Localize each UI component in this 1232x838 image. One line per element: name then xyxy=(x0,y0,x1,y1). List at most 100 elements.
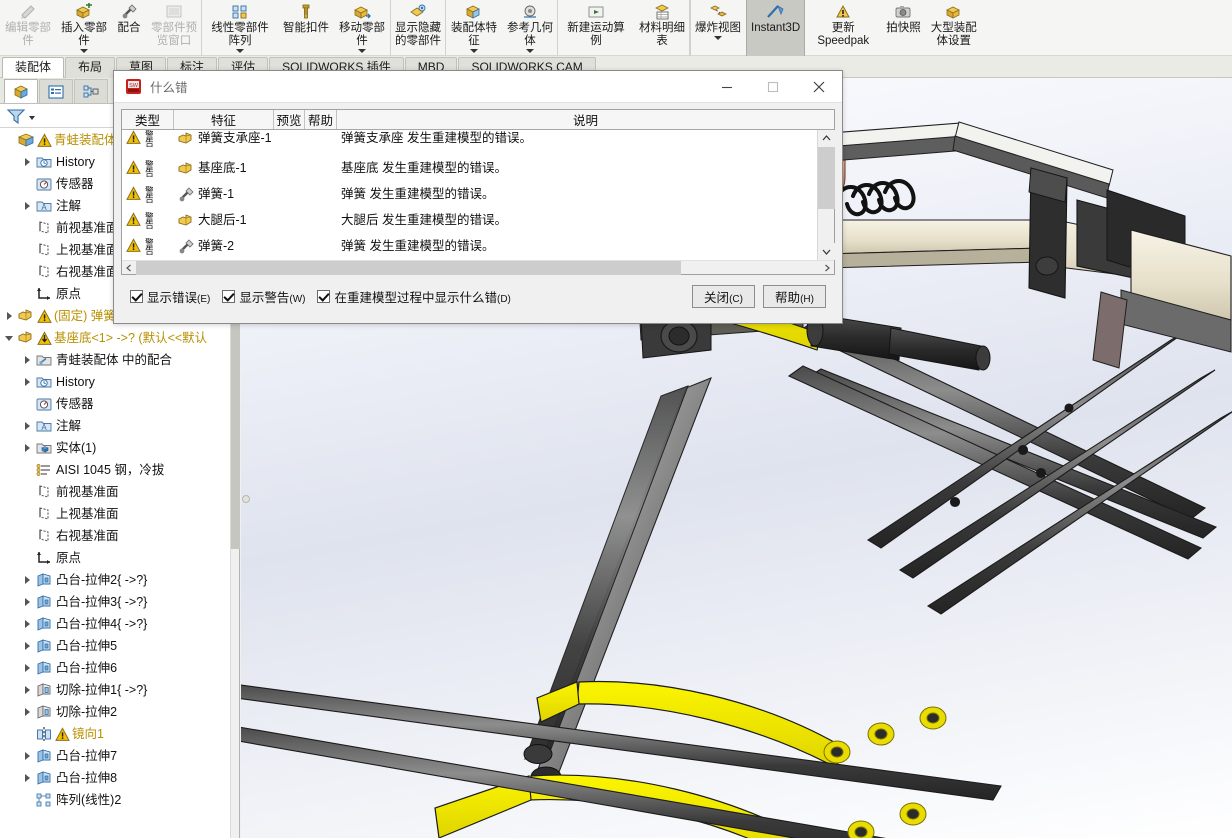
vscrollbar-thumb[interactable] xyxy=(818,147,835,209)
ribbon-command-new-motion-study[interactable]: 新建运动算例 xyxy=(558,0,634,56)
error-row-feature[interactable]: 弹簧-1 xyxy=(174,186,274,207)
tree-item[interactable]: 上视基准面 xyxy=(0,503,230,525)
ribbon-command-take-snapshot[interactable]: 拍快照 xyxy=(881,0,926,56)
checkbox-box[interactable] xyxy=(222,290,236,303)
dialog-titlebar[interactable]: SW 什么错 xyxy=(114,71,842,103)
tree-item[interactable]: 基座底<1> ->? (默认<<默认 xyxy=(0,327,230,349)
tree-item[interactable]: A 注解 xyxy=(0,415,230,437)
tree-item[interactable]: 实体(1) xyxy=(0,437,230,459)
chevron-down-icon[interactable] xyxy=(236,49,244,53)
expand-arrow-icon[interactable] xyxy=(20,195,34,217)
ribbon-command-reference-geometry[interactable]: 参考几何体 xyxy=(502,0,558,56)
scroll-up-arrow[interactable] xyxy=(818,130,835,147)
expand-arrow-icon[interactable] xyxy=(20,679,34,701)
error-list-row[interactable]: 警告 基座底-1 基座底 发生重建模型的错误。 xyxy=(122,160,817,186)
property-manager-tab[interactable] xyxy=(39,79,73,103)
expand-arrow-icon[interactable] xyxy=(20,657,34,679)
collapse-arrow-icon[interactable] xyxy=(2,327,16,349)
ribbon-command-insert-component[interactable]: 插入零部件 xyxy=(56,0,112,56)
expand-arrow-icon[interactable] xyxy=(20,371,34,393)
tree-item[interactable]: 阵列(线性)2 xyxy=(0,789,230,811)
dialog-button-帮助[interactable]: 帮助(H) xyxy=(763,285,826,308)
error-row-feature[interactable]: 基座底-1 xyxy=(174,160,274,181)
scroll-down-arrow[interactable] xyxy=(818,243,835,260)
error-row-feature[interactable]: 弹簧-2 xyxy=(174,238,274,259)
checkbox-box[interactable] xyxy=(317,290,331,303)
tree-item[interactable]: 青蛙装配体 中的配合 xyxy=(0,349,230,371)
tree-item[interactable]: AISI 1045 钢，冷拔 xyxy=(0,459,230,481)
checkbox-box[interactable] xyxy=(130,290,143,303)
error-list-row[interactable]: 警告 弹簧-2 弹簧 发生重建模型的错误。 xyxy=(122,238,817,260)
ribbon-command-assembly-features[interactable]: 装配体特征 xyxy=(446,0,502,56)
tree-item[interactable]: 凸台-拉伸3{ ->?} xyxy=(0,591,230,613)
chevron-down-icon[interactable] xyxy=(80,49,88,53)
chevron-down-icon[interactable] xyxy=(714,36,722,40)
tree-item[interactable]: 原点 xyxy=(0,547,230,569)
tree-item[interactable]: 镜向1 xyxy=(0,723,230,745)
checkbox-在重建模型过程中显示什么错[interactable]: 在重建模型过程中显示什么错(D) xyxy=(317,287,511,306)
tree-item[interactable]: 凸台-拉伸8 xyxy=(0,767,230,789)
error-list-row[interactable]: 警告 大腿后-1 大腿后 发生重建模型的错误。 xyxy=(122,212,817,238)
tree-item[interactable]: 传感器 xyxy=(0,393,230,415)
expand-arrow-icon[interactable] xyxy=(20,701,34,723)
ribbon-command-update-speedpak[interactable]: 更新 Speedpak xyxy=(805,0,881,56)
tree-item[interactable]: 右视基准面 xyxy=(0,525,230,547)
expand-arrow-icon[interactable] xyxy=(20,591,34,613)
column-header-type[interactable]: 类型 xyxy=(122,110,174,129)
tab-装配体[interactable]: 装配体 xyxy=(2,57,65,78)
error-list[interactable]: 类型 特征 预览 帮助 说明 警告 弹簧支承座-1 弹簧支承座 发生重建模型的错误。… xyxy=(121,109,835,275)
error-list-vscrollbar[interactable] xyxy=(817,130,835,260)
column-header-preview[interactable]: 预览 xyxy=(274,110,305,129)
column-header-description[interactable]: 说明 xyxy=(337,110,834,129)
chevron-down-icon[interactable] xyxy=(470,49,478,53)
panel-splitter-handle[interactable] xyxy=(242,495,250,503)
chevron-down-icon[interactable] xyxy=(526,49,534,53)
ribbon-command-smart-fasteners[interactable]: 智能扣件 xyxy=(278,0,334,56)
hscrollbar-thumb[interactable] xyxy=(136,260,681,275)
tree-item[interactable]: 凸台-拉伸7 xyxy=(0,745,230,767)
expand-arrow-icon[interactable] xyxy=(20,767,34,789)
column-header-help[interactable]: 帮助 xyxy=(305,110,337,129)
configuration-manager-tab[interactable] xyxy=(74,79,108,103)
tree-item[interactable]: 凸台-拉伸4{ ->?} xyxy=(0,613,230,635)
checkbox-显示错误[interactable]: 显示错误(E) xyxy=(130,287,210,306)
ribbon-command-exploded-view[interactable]: 爆炸视图 xyxy=(690,0,746,56)
scroll-left-arrow[interactable] xyxy=(122,261,136,275)
expand-arrow-icon[interactable] xyxy=(20,437,34,459)
feature-manager-tab[interactable] xyxy=(4,79,38,103)
error-list-rows[interactable]: 警告 弹簧支承座-1 弹簧支承座 发生重建模型的错误。 警告 基座底-1 基座底 发生重建… xyxy=(122,130,817,260)
tab-布局[interactable]: 布局 xyxy=(65,57,116,78)
minimize-button[interactable] xyxy=(704,71,750,103)
tree-item[interactable]: 凸台-拉伸2{ ->?} xyxy=(0,569,230,591)
filter-dropdown-caret[interactable] xyxy=(29,116,35,120)
hscrollbar-track[interactable] xyxy=(136,260,820,275)
error-list-row[interactable]: 警告 弹簧支承座-1 弹簧支承座 发生重建模型的错误。 xyxy=(122,130,817,160)
maximize-button[interactable] xyxy=(750,71,796,103)
tree-item[interactable]: 前视基准面 xyxy=(0,481,230,503)
close-button[interactable] xyxy=(796,71,842,103)
scroll-right-arrow[interactable] xyxy=(820,261,834,275)
tree-item[interactable]: 凸台-拉伸6 xyxy=(0,657,230,679)
ribbon-command-large-assembly-settings[interactable]: 大型装配体设置 xyxy=(926,0,982,56)
expand-arrow-icon[interactable] xyxy=(2,305,16,327)
dialog-button-关闭[interactable]: 关闭(C) xyxy=(692,285,755,308)
expand-arrow-icon[interactable] xyxy=(20,745,34,767)
ribbon-command-linear-component-pattern[interactable]: 线性零部件阵列 xyxy=(202,0,278,56)
expand-arrow-icon[interactable] xyxy=(20,635,34,657)
expand-arrow-icon[interactable] xyxy=(20,569,34,591)
error-row-feature[interactable]: 大腿后-1 xyxy=(174,212,274,233)
tree-item[interactable]: 凸台-拉伸5 xyxy=(0,635,230,657)
expand-arrow-icon[interactable] xyxy=(20,613,34,635)
tree-item[interactable]: History xyxy=(0,371,230,393)
ribbon-command-move-component[interactable]: 移动零部件 xyxy=(334,0,390,56)
checkbox-显示警告[interactable]: 显示警告(W) xyxy=(222,287,305,306)
expand-arrow-icon[interactable] xyxy=(20,349,34,371)
ribbon-command-bill-of-materials[interactable]: 材料明细表 xyxy=(634,0,690,56)
chevron-down-icon[interactable] xyxy=(358,49,366,53)
ribbon-command-mate[interactable]: 配合 xyxy=(112,0,146,56)
ribbon-command-show-hidden-components[interactable]: 显示隐藏的零部件 xyxy=(390,0,446,56)
expand-arrow-icon[interactable] xyxy=(20,151,34,173)
tree-item[interactable]: 切除-拉伸1{ ->?} xyxy=(0,679,230,701)
error-row-feature[interactable]: 弹簧支承座-1 xyxy=(174,130,274,151)
column-header-feature[interactable]: 特征 xyxy=(174,110,274,129)
